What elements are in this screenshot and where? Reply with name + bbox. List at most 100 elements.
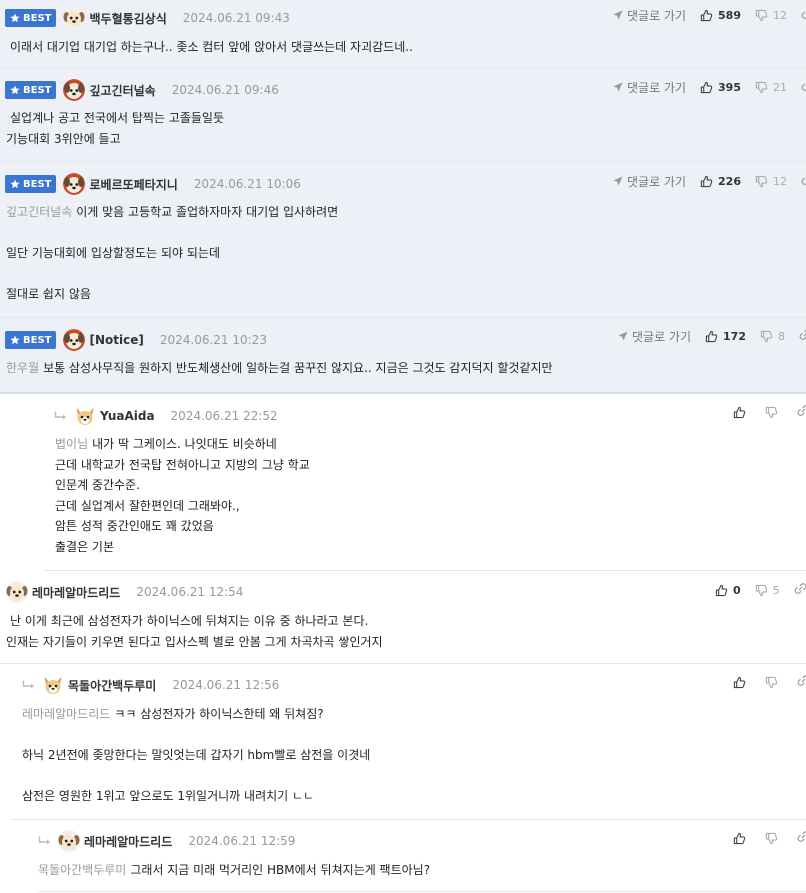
comment-date: 2024.06.21 22:52 [170,409,278,423]
permalink-icon[interactable] [797,674,806,690]
divider [38,891,806,892]
best-label: BEST [23,178,52,190]
downvote-button[interactable]: 21 [755,81,787,94]
comment-date: 2024.06.21 12:56 [172,678,280,692]
comment-body: 실업계나 공고 전국에서 탑찍는 고졸들일듯 기능대회 3위안에 들고 [6,108,224,149]
comment-body: 볍이님 내가 딱 그케이스. 나잇대도 비슷하네 근데 내학교가 전국탑 전혀아니… [55,434,310,557]
comment-body: 한우월 보통 삼성사무직을 원하지 반도체생산에 일하는걸 꿈꾸진 않지요.. 지… [6,358,553,379]
permalink-icon[interactable] [797,404,806,420]
comment-text: 난 이게 최근에 삼성전자가 하이닉스에 뒤쳐지는 이유 중 하나라고 본다. … [6,614,383,649]
downvote-button[interactable]: 8 [760,330,785,343]
comment-author[interactable]: 백두혈통김상식 [89,10,166,27]
permalink-icon[interactable] [801,7,806,23]
best-badge: BEST [5,331,57,349]
comment-author[interactable]: 로베르또페타지니 [89,176,177,193]
comment-mention[interactable]: 레마레알마드리드 [22,707,110,721]
upvote-button[interactable]: 395 [700,81,741,94]
avatar[interactable] [63,173,85,195]
permalink-icon[interactable] [801,173,806,189]
downvote-count: 5 [772,583,780,597]
upvote-button[interactable]: 172 [705,330,746,343]
star-icon [10,335,20,345]
best-badge: BEST [5,9,57,27]
upvote-count: 395 [718,80,741,94]
comment-date: 2024.06.21 10:06 [193,177,301,191]
upvote-button[interactable]: 589 [700,9,741,22]
permalink-icon[interactable] [794,582,806,598]
downvote-button[interactable] [765,676,783,689]
thumbs-down-icon [755,584,768,597]
reply-item: YuaAida 2024.06.21 22:52 볍이님 내가 딱 그케이스. 나… [44,396,806,571]
comment-author[interactable]: YuaAida [100,409,155,423]
comment-author[interactable]: 레마레알마드리드 [84,833,172,850]
reply-to-label: 댓글로 가기 [627,174,687,189]
comment-mention[interactable]: 한우월 [6,361,39,375]
upvote-button[interactable]: 226 [700,175,741,188]
comment-item: BEST 백두혈통김상식 2024.06.21 09:43 댓글로 가기 589… [0,0,806,68]
best-badge: BEST [5,81,57,99]
thumbs-up-icon [715,584,728,597]
reply-to-link[interactable]: 댓글로 가기 [618,328,691,345]
reply-to-label: 댓글로 가기 [627,80,687,95]
downvote-count: 21 [772,80,787,94]
comment-text: 보통 삼성사무직을 원하지 반도체생산에 일하는걸 꿈꾸진 않지요.. 지금은 … [43,361,553,375]
comment-mention[interactable]: 목돌아간백두루미 [38,863,126,877]
avatar[interactable] [63,79,85,101]
upvote-count: 589 [718,8,741,22]
downvote-button[interactable]: 12 [755,175,787,188]
upvote-button[interactable]: 0 [715,584,741,597]
avatar[interactable] [63,329,85,351]
downvote-button[interactable] [765,406,783,419]
downvote-button[interactable] [765,832,783,845]
comment-date: 2024.06.21 10:23 [159,333,267,347]
comment-text: 이래서 대기업 대기업 하는구나.. 좆소 컴터 앞에 앉아서 댓글쓰는데 자괴… [10,40,413,54]
downvote-button[interactable]: 5 [755,584,780,597]
avatar[interactable] [63,7,85,29]
permalink-icon[interactable] [801,79,806,95]
comment-author[interactable]: 레마레알마드리드 [32,584,120,601]
comment-mention[interactable]: 깊고긴터널속 [6,205,72,219]
best-badge: BEST [5,175,57,193]
downvote-count: 12 [772,8,787,22]
upvote-button[interactable] [733,676,751,689]
comment-item: 레마레알마드리드 2024.06.21 12:54 0 5 난 이게 최근에 삼… [0,571,806,664]
reply-item: 레마레알마드리드 2024.06.21 12:59 목돌아간백두루미 그래서 지금… [28,820,806,893]
comment-author[interactable]: 깊고긴터널속 [89,82,155,99]
thumbs-down-icon [765,832,778,845]
avatar[interactable] [42,674,64,696]
thumbs-up-icon [733,676,746,689]
best-label: BEST [23,334,52,346]
avatar[interactable] [74,405,96,427]
comment-item: BEST [Notice] 2024.06.21 10:23 댓글로 가기 17… [0,318,806,394]
comment-text: 이게 맞음 고등학교 졸업하자마자 대기업 입사하려면 일단 기능대회에 입상할… [6,205,339,301]
comment-body: 목돌아간백두루미 그래서 지금 미래 먹거리인 HBM에서 뒤쳐지는게 팩트아님? [38,860,430,881]
thumbs-down-icon [765,406,778,419]
thumbs-down-icon [765,676,778,689]
thumbs-down-icon [755,175,768,188]
best-label: BEST [23,84,52,96]
avatar[interactable] [6,581,28,603]
comment-item: BEST 로베르또페타지니 2024.06.21 10:06 댓글로 가기 22… [0,162,806,318]
thumbs-down-icon [760,330,773,343]
thumbs-up-icon [733,406,746,419]
comment-author[interactable]: [Notice] [89,333,143,347]
comment-mention[interactable]: 볍이님 [55,437,88,451]
reply-to-link[interactable]: 댓글로 가기 [613,173,686,190]
thumbs-up-icon [700,81,713,94]
arrow-icon [613,10,623,20]
downvote-button[interactable]: 12 [755,9,787,22]
comment-text: 실업계나 공고 전국에서 탑찍는 고졸들일듯 기능대회 3위안에 들고 [6,111,224,146]
thumbs-up-icon [700,9,713,22]
reply-to-link[interactable]: 댓글로 가기 [613,7,686,24]
comment-text: 내가 딱 그케이스. 나잇대도 비슷하네 근데 내학교가 전국탑 전혀아니고 지… [55,437,310,554]
permalink-icon[interactable] [799,328,806,344]
avatar[interactable] [58,830,80,852]
comment-author[interactable]: 목돌아간백두루미 [68,677,156,694]
upvote-button[interactable] [733,832,751,845]
reply-arrow-icon [22,680,36,690]
reply-arrow-icon [54,411,68,421]
permalink-icon[interactable] [797,830,806,846]
thumbs-up-icon [705,330,718,343]
reply-to-link[interactable]: 댓글로 가기 [613,79,686,96]
upvote-button[interactable] [733,406,751,419]
